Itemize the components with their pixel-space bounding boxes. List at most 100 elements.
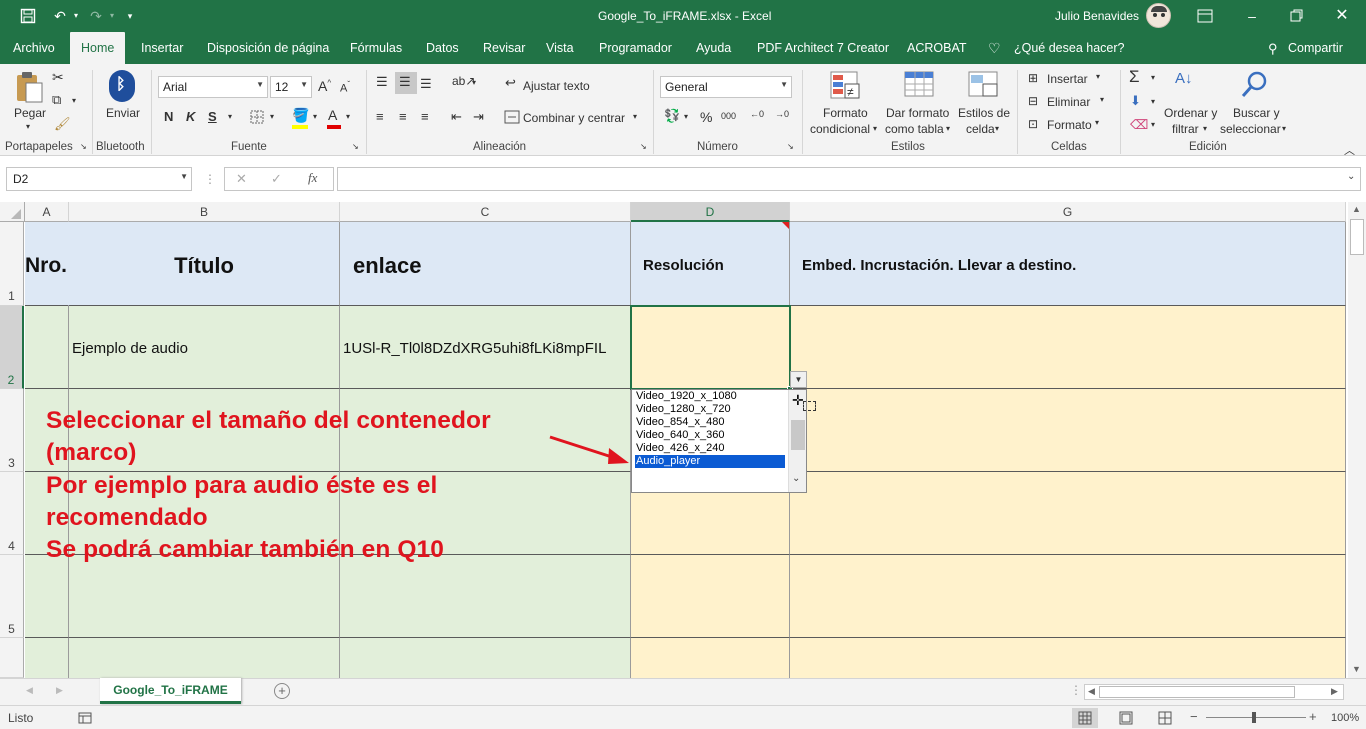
cell-d5[interactable] <box>631 555 790 638</box>
row-header-3[interactable]: 3 <box>0 389 24 472</box>
cell-b1[interactable]: Título <box>69 222 340 306</box>
cell-b6[interactable] <box>69 638 340 678</box>
wrap-text-button[interactable]: Ajustar texto <box>523 79 590 93</box>
wrap-text-icon[interactable]: ↩ <box>505 75 516 91</box>
list-item-selected[interactable]: Audio_player <box>635 455 785 468</box>
cut-icon[interactable]: ✂ <box>52 69 64 86</box>
cell-c1[interactable]: enlace <box>340 222 631 306</box>
tab-formulas[interactable]: Fórmulas <box>350 32 402 64</box>
sort-filter-label-1[interactable]: Ordenar y <box>1164 106 1217 120</box>
align-center-icon[interactable]: ≡ <box>399 109 407 124</box>
column-header-a[interactable]: A <box>25 202 69 222</box>
list-item[interactable]: Video_1920_x_1080 <box>635 390 785 403</box>
cell-d1[interactable]: Resolución <box>631 222 790 306</box>
percent-button[interactable]: % <box>700 109 712 125</box>
row-header-5[interactable]: 5 <box>0 555 24 638</box>
scroll-down-icon[interactable]: ▼ <box>1352 664 1361 674</box>
insert-cells-icon[interactable]: ⊞ <box>1028 71 1038 85</box>
tab-pdf-architect[interactable]: PDF Architect 7 Creator <box>757 32 889 64</box>
decrease-font-icon[interactable]: Aˇ <box>340 80 350 95</box>
zoom-slider-track[interactable] <box>1206 717 1306 718</box>
paste-dropdown-icon[interactable]: ▾ <box>26 122 30 131</box>
merge-center-button[interactable]: Combinar y centrar <box>523 111 625 125</box>
increase-indent-icon[interactable]: ⇥ <box>473 109 484 125</box>
delete-cells-button[interactable]: Eliminar <box>1047 95 1090 109</box>
list-item[interactable]: Video_1280_x_720 <box>635 403 785 416</box>
validation-list-dropdown[interactable]: Video_1920_x_1080 Video_1280_x_720 Video… <box>631 389 807 493</box>
align-left-icon[interactable]: ≡ <box>376 109 384 124</box>
column-header-d[interactable]: D <box>631 202 790 222</box>
delete-dropdown-icon[interactable]: ▾ <box>1100 95 1104 104</box>
cell-styles-label-2[interactable]: celda <box>966 122 995 136</box>
cell-c6[interactable] <box>340 638 631 678</box>
align-middle-icon[interactable]: ☰ <box>399 74 411 90</box>
scroll-thumb[interactable] <box>791 420 805 450</box>
insert-cells-button[interactable]: Insertar <box>1047 72 1088 86</box>
vertical-scrollbar[interactable]: ▲ ▼ <box>1348 202 1366 678</box>
tell-me-search[interactable]: ¿Qué desea hacer? <box>1014 32 1125 64</box>
clear-dropdown-icon[interactable]: ▾ <box>1151 120 1155 129</box>
paste-icon[interactable] <box>14 70 44 104</box>
font-color-dropdown-icon[interactable]: ▾ <box>346 112 350 121</box>
bluetooth-icon[interactable]: ᛒ <box>109 70 135 102</box>
tab-page-layout[interactable]: Disposición de página <box>207 32 329 64</box>
column-header-g[interactable]: G <box>790 202 1346 222</box>
close-icon[interactable]: ✕ <box>1332 6 1352 26</box>
list-item[interactable]: Video_640_x_360 <box>635 429 785 442</box>
zoom-out-icon[interactable]: − <box>1190 709 1198 724</box>
format-as-table-icon[interactable] <box>903 70 935 102</box>
tab-review[interactable]: Revisar <box>483 32 525 64</box>
sort-filter-dropdown-icon[interactable]: ▾ <box>1203 124 1207 133</box>
font-launcher-icon[interactable]: ↘ <box>352 142 359 151</box>
cell-d6[interactable] <box>631 638 790 678</box>
cancel-entry-icon[interactable]: ✕ <box>236 171 247 187</box>
scroll-thumb[interactable] <box>1099 686 1295 698</box>
cell-c2[interactable]: 1USl-R_Tl0l8DZdXRG5uhi8fLKi8mpFIL <box>340 306 631 389</box>
cell-styles-label-1[interactable]: Estilos de <box>958 106 1010 120</box>
tab-insert[interactable]: Insertar <box>141 32 183 64</box>
scroll-up-icon[interactable]: ▲ <box>1352 204 1361 214</box>
zoom-slider-thumb[interactable] <box>1252 712 1256 723</box>
sort-filter-label-2[interactable]: filtrar <box>1172 122 1199 136</box>
fill-dropdown-icon[interactable]: ▾ <box>1151 97 1155 106</box>
select-all-corner[interactable] <box>0 202 25 222</box>
format-cells-button[interactable]: Formato <box>1047 118 1092 132</box>
cell-a2[interactable] <box>25 306 69 389</box>
cell-styles-dropdown-icon[interactable]: ▾ <box>995 124 999 133</box>
zoom-in-icon[interactable]: + <box>1309 709 1317 724</box>
comment-indicator-icon[interactable] <box>782 222 789 229</box>
tab-help[interactable]: Ayuda <box>696 32 731 64</box>
macro-record-icon[interactable] <box>78 712 92 724</box>
copy-dropdown-icon[interactable]: ▾ <box>72 96 76 105</box>
tab-data[interactable]: Datos <box>426 32 459 64</box>
conditional-format-label-1[interactable]: Formato <box>823 106 868 120</box>
name-box[interactable]: D2 ▼ <box>6 167 192 191</box>
thousands-button[interactable]: 000 <box>721 111 736 121</box>
undo-dropdown-icon[interactable]: ▾ <box>66 6 86 26</box>
add-sheet-icon[interactable]: + <box>274 683 290 699</box>
share-button[interactable]: Compartir <box>1288 32 1343 64</box>
cell-g4[interactable] <box>790 472 1346 555</box>
underline-button[interactable]: S <box>208 109 217 124</box>
format-table-dropdown-icon[interactable]: ▾ <box>946 124 950 133</box>
scroll-right-icon[interactable]: ▶ <box>1331 686 1338 697</box>
confirm-entry-icon[interactable]: ✓ <box>271 171 282 187</box>
tab-home[interactable]: Home <box>70 32 126 64</box>
cell-g6[interactable] <box>790 638 1346 678</box>
collapse-ribbon-icon[interactable]: ︿ <box>1344 142 1355 158</box>
alignment-launcher-icon[interactable]: ↘ <box>640 142 647 151</box>
horizontal-scrollbar[interactable]: ◀ ▶ <box>1084 684 1344 700</box>
tab-acrobat[interactable]: ACROBAT <box>907 32 967 64</box>
cell-a1[interactable]: Nro. <box>25 222 69 306</box>
formula-input[interactable] <box>337 167 1361 191</box>
cell-b2[interactable]: Ejemplo de audio <box>69 306 340 389</box>
align-top-icon[interactable]: ☰ <box>376 74 388 90</box>
prev-sheet-icon[interactable]: ◀ <box>26 685 33 696</box>
cell-a6[interactable] <box>25 638 69 678</box>
borders-dropdown-icon[interactable]: ▾ <box>270 112 274 121</box>
sort-filter-icon[interactable]: A↓ <box>1175 70 1193 87</box>
format-table-label-2[interactable]: como tabla <box>885 122 944 136</box>
save-icon[interactable] <box>20 8 36 24</box>
scroll-down-icon[interactable]: ⌄ <box>792 473 800 484</box>
cell-a5[interactable] <box>25 555 69 638</box>
